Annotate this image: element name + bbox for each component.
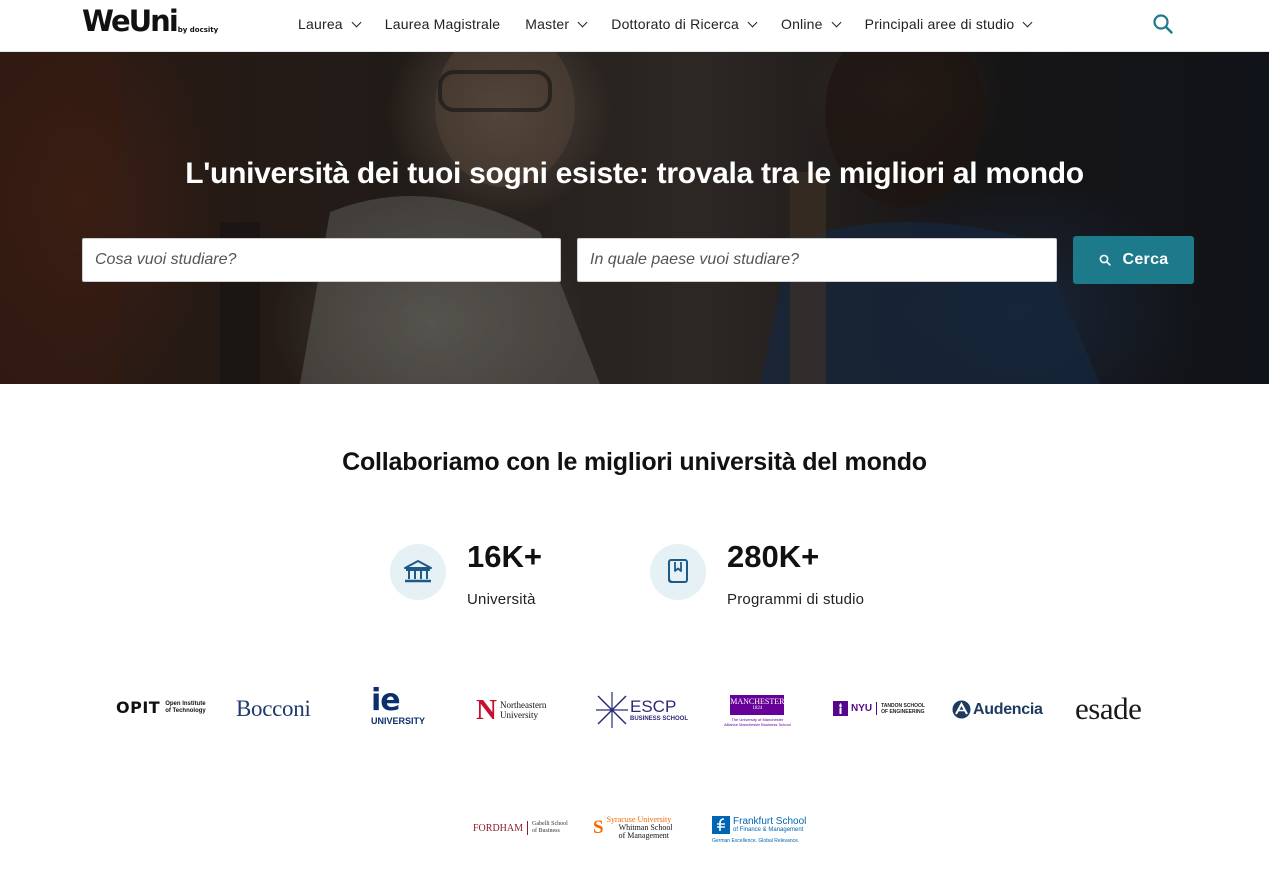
frankfurt-tagline: German Excellence. Global Relevance.: [712, 838, 799, 844]
search-icon[interactable]: [1152, 13, 1174, 35]
nyu-divider: [876, 702, 878, 715]
syracuse-mark: S: [593, 817, 604, 838]
chevron-down-icon: [831, 17, 842, 27]
fordham-logo[interactable]: FORDHAM Gabelli School of Business: [473, 821, 568, 835]
northeastern-logo[interactable]: N Northeastern University: [476, 694, 547, 726]
nav-dottorato[interactable]: Dottorato di Ricerca: [611, 16, 758, 32]
stat-universities: 16K+ Università: [390, 540, 542, 608]
nav-label: Dottorato di Ricerca: [611, 16, 739, 32]
audencia-name: Audencia: [973, 700, 1043, 718]
stat-label: Programmi di studio: [727, 591, 865, 608]
escp-name: ESCP: [630, 697, 677, 716]
partners-title: Collaboriamo con le migliori università …: [342, 448, 927, 476]
search-button-label: Cerca: [1122, 251, 1169, 268]
esade-name: esade: [1075, 691, 1142, 726]
nav-aree-di-studio[interactable]: Principali aree di studio: [864, 16, 1033, 32]
manchester-line2: Alliance Manchester Business School: [724, 722, 791, 727]
fordham-divider: [527, 821, 529, 835]
chevron-down-icon: [577, 17, 588, 27]
northeastern-mark: N: [476, 694, 497, 726]
syracuse-line3: of Management: [618, 831, 670, 840]
stat-label: Università: [467, 591, 536, 608]
escp-logo[interactable]: ESCP BUSINESS SCHOOL: [596, 690, 688, 730]
ie-line1: UNIVERSITY: [371, 716, 426, 726]
opit-line2: of Technology: [165, 707, 206, 714]
manchester-badge: MANCHESTER 1824: [730, 695, 784, 715]
nav-label: Laurea Magistrale: [384, 16, 501, 32]
escp-line1: BUSINESS SCHOOL: [630, 716, 689, 722]
study-country-input[interactable]: [577, 238, 1057, 282]
frankfurt-mark-icon: [712, 816, 730, 834]
study-subject-input[interactable]: [82, 238, 561, 282]
syracuse-logo[interactable]: S Syracuse University Whitman School of …: [593, 816, 673, 840]
audencia-mark-icon: [952, 700, 971, 719]
chevron-down-icon: [1022, 17, 1033, 27]
book-icon: [650, 544, 706, 600]
nav-online[interactable]: Online: [780, 16, 842, 32]
weuni-logo[interactable]: WeUni by docsity: [82, 4, 218, 38]
search-icon: [1099, 254, 1111, 266]
escp-star-icon: [596, 692, 628, 728]
esade-logo[interactable]: esade: [1075, 691, 1142, 726]
northeastern-line2: University: [499, 710, 538, 720]
manchester-year: 1824: [752, 706, 763, 711]
chevron-down-icon: [747, 17, 758, 27]
nyu-torch-icon: [833, 701, 848, 716]
search-button[interactable]: Cerca: [1073, 236, 1194, 284]
nav-laurea[interactable]: Laurea: [298, 16, 362, 32]
frankfurt-school-logo[interactable]: Frankfurt School of Finance & Management: [712, 816, 806, 834]
audencia-logo[interactable]: Audencia: [952, 700, 1043, 719]
university-building-icon: [390, 544, 446, 600]
chevron-down-icon: [351, 17, 362, 27]
nyu-name: NYU: [851, 703, 873, 714]
ie-mark: ie: [371, 683, 401, 718]
site-header: WeUni by docsity Laurea Laurea Magistral…: [0, 0, 1269, 52]
stat-value: 280K+: [727, 539, 820, 574]
bocconi-name: Bocconi: [236, 696, 311, 721]
fordham-line1: Gabelli School: [532, 821, 568, 827]
nav-label: Laurea: [298, 16, 343, 32]
nav-label: Principali aree di studio: [864, 16, 1015, 32]
fordham-line2: of Business: [532, 828, 560, 834]
opit-line1: Open Institute: [165, 700, 206, 707]
hero-section: L'università dei tuoi sogni esiste: trov…: [0, 52, 1269, 384]
stat-programs: 280K+ Programmi di studio: [650, 540, 864, 608]
ie-university-logo[interactable]: ie UNIVERSITY: [371, 683, 426, 727]
frankfurt-name: Frankfurt School: [733, 815, 807, 827]
northeastern-line1: Northeastern: [499, 700, 547, 710]
nyu-line2: OF ENGINEERING: [881, 708, 925, 715]
logo-byline: by docsity: [177, 26, 219, 34]
frankfurt-line1: of Finance & Management: [733, 826, 804, 833]
manchester-logo[interactable]: MANCHESTER 1824 The University of Manche…: [724, 695, 791, 727]
frankfurt-line2: German Excellence. Global Relevance.: [712, 838, 800, 844]
nyu-tandon-logo[interactable]: NYU TANDON SCHOOL OF ENGINEERING: [833, 701, 925, 716]
nav-label: Online: [780, 16, 823, 32]
manchester-name: MANCHESTER: [730, 697, 785, 706]
opit-logo[interactable]: OPIT Open Institute of Technology: [116, 698, 206, 717]
logo-wordmark: WeUni: [82, 4, 179, 38]
hero-title: L'università dei tuoi sogni esiste: trov…: [185, 157, 1084, 190]
main-nav: Laurea Laurea Magistrale Master Dottorat…: [298, 0, 1056, 48]
nav-laurea-magistrale[interactable]: Laurea Magistrale: [385, 16, 500, 32]
hero-overlay: [0, 52, 1269, 384]
opit-mark: OPIT: [116, 698, 161, 717]
bocconi-logo[interactable]: Bocconi: [236, 696, 311, 722]
fordham-name: FORDHAM: [473, 822, 524, 834]
nav-master[interactable]: Master: [525, 16, 588, 32]
stat-value: 16K+: [467, 539, 542, 574]
nav-label: Master: [525, 16, 570, 32]
